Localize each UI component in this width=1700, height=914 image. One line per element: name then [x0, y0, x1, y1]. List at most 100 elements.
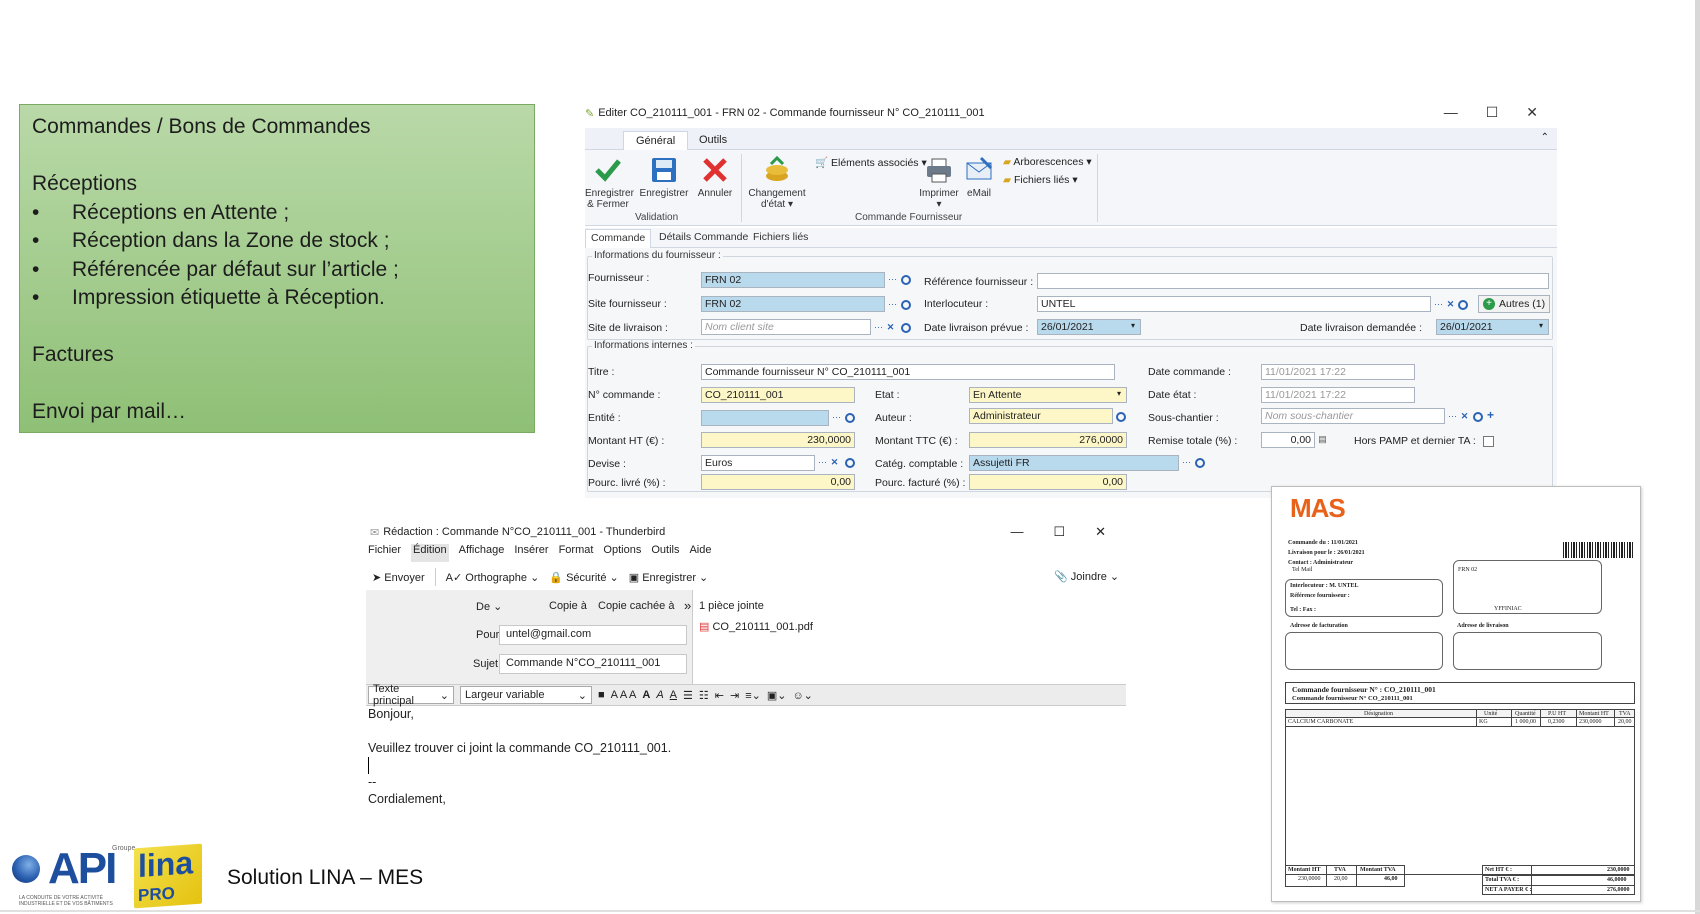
bcc-link[interactable]: Copie cachée à: [598, 600, 674, 612]
save-button[interactable]: Enregistrer: [637, 156, 691, 199]
outdent-icon[interactable]: ⇤: [715, 689, 724, 702]
linked-files-button[interactable]: ▰ Fichiers liés ▾: [1003, 174, 1078, 186]
hors-pamp-checkbox[interactable]: [1483, 436, 1494, 447]
emoji-icon[interactable]: ☺⌄: [792, 689, 812, 702]
bullet-list-icon[interactable]: ☰: [683, 689, 693, 702]
minimize-icon[interactable]: —: [1010, 524, 1023, 540]
calculator-icon[interactable]: ▤: [1317, 434, 1328, 445]
interlocuteur-field[interactable]: UNTEL: [1037, 296, 1431, 312]
menu-outils[interactable]: Outils: [651, 544, 679, 562]
to-field[interactable]: untel@gmail.com: [499, 625, 687, 645]
dropdown-icon[interactable]: ▾: [1539, 321, 1543, 330]
n-commande-field[interactable]: CO_210111_001: [701, 387, 855, 403]
open-icon[interactable]: [901, 275, 911, 285]
associated-items-button[interactable]: 🛒 Eléments associés ▾: [815, 156, 927, 169]
clear-icon[interactable]: ✕: [885, 322, 896, 333]
maximize-icon[interactable]: ☐: [1486, 104, 1499, 121]
font-size-icon[interactable]: A A A: [611, 689, 637, 701]
titre-field[interactable]: Commande fournisseur N° CO_210111_001: [701, 364, 1115, 380]
font-select[interactable]: Largeur variable ⌄: [460, 686, 592, 704]
print-button[interactable]: Imprimer ▾: [919, 156, 959, 210]
more-icon[interactable]: »: [684, 598, 691, 613]
text-color-icon[interactable]: ■: [598, 689, 605, 701]
montant-ttc-field[interactable]: 276,0000: [969, 432, 1127, 448]
email-button[interactable]: eMail: [963, 156, 995, 199]
open-icon[interactable]: [1195, 458, 1205, 468]
spellcheck-button[interactable]: A✓ Orthographe ⌄: [446, 571, 540, 584]
ref-fournisseur-field[interactable]: [1037, 273, 1549, 289]
save-button[interactable]: ▣ Enregistrer ⌄: [629, 571, 709, 584]
clear-icon[interactable]: ✕: [829, 457, 840, 468]
ellipsis-icon[interactable]: ···: [1447, 411, 1458, 422]
dropdown-icon[interactable]: ▾: [1117, 389, 1121, 398]
auteur-field[interactable]: Administrateur: [969, 408, 1113, 424]
menu-fichier[interactable]: Fichier: [368, 544, 401, 562]
attachment-item[interactable]: ▤ CO_210111_001.pdf: [699, 620, 813, 633]
clear-icon[interactable]: ✕: [1445, 299, 1456, 310]
menu-options[interactable]: Options: [603, 544, 641, 562]
pourc-facture-field[interactable]: 0,00: [969, 474, 1127, 490]
ellipsis-icon[interactable]: ···: [831, 412, 842, 423]
site-fournisseur-field[interactable]: FRN 02: [701, 296, 885, 312]
open-icon[interactable]: [901, 323, 911, 333]
cc-link[interactable]: Copie à: [549, 600, 587, 612]
tab-general[interactable]: Général: [623, 131, 689, 151]
security-button[interactable]: 🔒 Sécurité ⌄: [549, 571, 618, 584]
attach-button[interactable]: 📎 Joindre ⌄: [1054, 570, 1119, 583]
etat-field[interactable]: En Attente: [969, 387, 1127, 403]
menu-format[interactable]: Format: [559, 544, 594, 562]
devise-field[interactable]: Euros: [701, 455, 815, 471]
open-icon[interactable]: [901, 300, 911, 310]
fournisseur-field[interactable]: FRN 02: [701, 272, 885, 288]
ellipsis-icon[interactable]: ···: [873, 322, 884, 333]
sous-chantier-field[interactable]: Nom sous-chantier: [1261, 408, 1445, 424]
italic-icon[interactable]: A: [656, 689, 663, 701]
close-icon[interactable]: ✕: [1526, 104, 1538, 121]
entite-field[interactable]: [701, 410, 829, 426]
autres-button[interactable]: + Autres (1): [1478, 295, 1551, 313]
ellipsis-icon[interactable]: ···: [817, 457, 828, 468]
indent-icon[interactable]: ⇥: [730, 689, 739, 702]
ellipsis-icon[interactable]: ···: [887, 299, 898, 310]
date-livraison-prevue-field[interactable]: 26/01/2021: [1037, 319, 1141, 335]
menu-inserer[interactable]: Insérer: [514, 544, 548, 562]
montant-ht-field[interactable]: 230,0000: [701, 432, 855, 448]
add-icon[interactable]: +: [1485, 409, 1496, 421]
clear-icon[interactable]: ✕: [1459, 411, 1470, 422]
paragraph-style-select[interactable]: Texte principal ⌄: [368, 683, 454, 707]
site-livraison-field[interactable]: Nom client site: [701, 319, 871, 335]
remise-totale-field[interactable]: 0,00: [1261, 432, 1315, 448]
cancel-button[interactable]: Annuler: [695, 156, 735, 199]
menu-edition[interactable]: Édition: [411, 544, 449, 562]
maximize-icon[interactable]: ☐: [1053, 524, 1065, 540]
menu-affichage[interactable]: Affichage: [459, 544, 505, 562]
save-close-button[interactable]: Enregistrer & Fermer: [585, 156, 634, 210]
tab-fichiers-lies[interactable]: Fichiers liés: [753, 231, 808, 243]
send-button[interactable]: ➤ Envoyer: [372, 571, 425, 584]
message-body[interactable]: Bonjour, Veuillez trouver ci joint la co…: [368, 706, 1108, 808]
change-state-button[interactable]: Changement d'état ▾: [745, 155, 809, 210]
tab-details-commande[interactable]: Détails Commande: [659, 231, 748, 243]
subject-field[interactable]: Commande N°CO_210111_001: [499, 654, 687, 674]
align-icon[interactable]: ≡⌄: [745, 689, 761, 702]
tab-outils[interactable]: Outils: [687, 131, 739, 149]
tab-commande[interactable]: Commande: [585, 229, 652, 248]
open-icon[interactable]: [845, 413, 855, 423]
insert-icon[interactable]: ▣⌄: [767, 689, 787, 702]
open-icon[interactable]: [1458, 300, 1468, 310]
open-icon[interactable]: [1473, 412, 1483, 422]
numbered-list-icon[interactable]: ☷: [699, 689, 709, 702]
open-icon[interactable]: [1116, 412, 1126, 422]
from-selector[interactable]: De ⌄: [476, 600, 502, 613]
open-icon[interactable]: [845, 458, 855, 468]
categ-comptable-field[interactable]: Assujetti FR: [969, 455, 1179, 471]
ellipsis-icon[interactable]: ···: [1181, 457, 1192, 468]
trees-button[interactable]: ▰ Arborescences ▾: [1003, 156, 1092, 168]
bold-icon[interactable]: A: [642, 689, 650, 701]
menu-aide[interactable]: Aide: [689, 544, 711, 562]
ellipsis-icon[interactable]: ···: [887, 274, 898, 285]
close-icon[interactable]: ✕: [1095, 524, 1106, 540]
underline-icon[interactable]: A: [670, 689, 677, 701]
collapse-ribbon-icon[interactable]: ⌃: [1541, 132, 1549, 143]
ellipsis-icon[interactable]: ···: [1433, 299, 1444, 310]
